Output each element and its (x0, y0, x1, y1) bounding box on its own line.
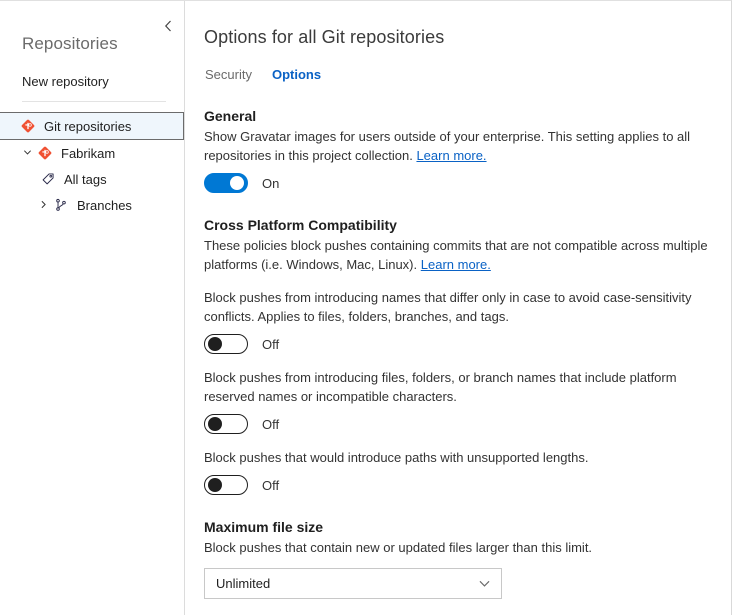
tab-bar: Security Options (204, 65, 717, 84)
section-maximum-file-size: Maximum file size Block pushes that cont… (204, 519, 717, 599)
case-sensitivity-toggle-row: Off (204, 334, 717, 354)
sidebar-item-fabrikam[interactable]: Fabrikam (0, 140, 184, 166)
page-title: Options for all Git repositories (204, 27, 717, 48)
toggle-knob (208, 478, 222, 492)
branch-icon (51, 198, 71, 212)
sidebar-item-label: All tags (58, 172, 107, 187)
policy-description: Block pushes from introducing files, fol… (204, 368, 717, 406)
sidebar-title: Repositories (0, 1, 184, 54)
sidebar-divider (22, 101, 166, 102)
sidebar: Repositories New repository Git reposito… (0, 1, 185, 615)
toggle-knob (230, 176, 244, 190)
path-length-toggle[interactable] (204, 475, 248, 495)
section-heading: Maximum file size (204, 519, 717, 535)
tab-security[interactable]: Security (204, 65, 253, 84)
sidebar-collapse-button[interactable] (160, 18, 176, 34)
tag-icon (38, 172, 58, 186)
repository-tree: Git repositories Fabrikam (0, 112, 184, 218)
sidebar-item-label: Branches (71, 198, 132, 213)
chevron-down-icon[interactable] (19, 148, 35, 159)
chevron-left-icon (164, 20, 172, 32)
chevron-down-icon (478, 577, 491, 590)
max-file-size-value: Unlimited (216, 576, 270, 591)
new-repository-link[interactable]: New repository (0, 54, 184, 89)
learn-more-link[interactable]: Learn more. (416, 148, 486, 163)
policy-description: Block pushes from introducing names that… (204, 288, 717, 326)
tab-options[interactable]: Options (271, 65, 322, 84)
git-repo-diamond-icon (18, 119, 38, 133)
learn-more-link[interactable]: Learn more. (421, 257, 491, 272)
section-heading: General (204, 108, 717, 124)
toggle-knob (208, 417, 222, 431)
section-cross-platform-compatibility: Cross Platform Compatibility These polic… (204, 217, 717, 495)
section-general: General Show Gravatar images for users o… (204, 108, 717, 193)
gravatar-toggle-row: On (204, 173, 717, 193)
path-length-toggle-row: Off (204, 475, 717, 495)
policy-description: Block pushes that would introduce paths … (204, 448, 717, 467)
chevron-right-icon[interactable] (35, 200, 51, 211)
gravatar-toggle-label: On (262, 176, 279, 191)
cross-platform-description: These policies block pushes containing c… (204, 236, 717, 274)
toggle-knob (208, 337, 222, 351)
git-repo-diamond-icon (35, 146, 55, 160)
reserved-names-toggle-label: Off (262, 417, 279, 432)
reserved-names-toggle-row: Off (204, 414, 717, 434)
sidebar-item-all-tags[interactable]: All tags (0, 166, 184, 192)
reserved-names-toggle[interactable] (204, 414, 248, 434)
general-description: Show Gravatar images for users outside o… (204, 127, 717, 165)
gravatar-toggle[interactable] (204, 173, 248, 193)
max-file-size-description: Block pushes that contain new or updated… (204, 538, 717, 557)
path-length-toggle-label: Off (262, 478, 279, 493)
sidebar-item-git-repositories[interactable]: Git repositories (0, 112, 184, 140)
sidebar-item-label: Git repositories (38, 119, 131, 134)
sidebar-item-label: Fabrikam (55, 146, 115, 161)
case-sensitivity-toggle-label: Off (262, 337, 279, 352)
case-sensitivity-toggle[interactable] (204, 334, 248, 354)
main-content: Options for all Git repositories Securit… (185, 1, 731, 615)
sidebar-item-branches[interactable]: Branches (0, 192, 184, 218)
section-heading: Cross Platform Compatibility (204, 217, 717, 233)
max-file-size-dropdown[interactable]: Unlimited (204, 568, 502, 599)
settings-page: Repositories New repository Git reposito… (0, 0, 732, 615)
